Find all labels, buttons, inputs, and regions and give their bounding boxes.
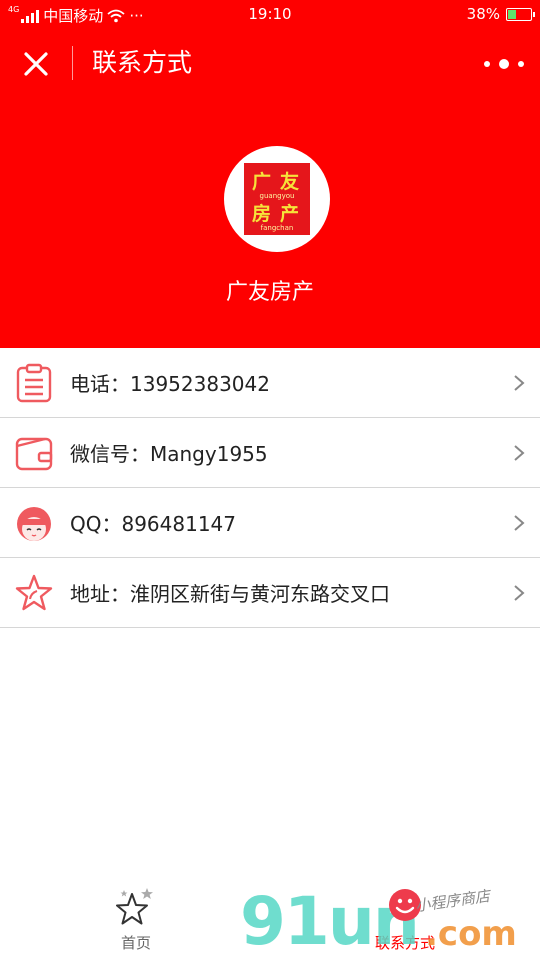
battery-fill — [508, 9, 516, 19]
logo-char: 产 — [280, 203, 300, 225]
battery-percent: 38% — [466, 5, 500, 23]
clipboard-icon — [16, 363, 52, 403]
address-text: 地址：淮阴区新街与黄河东路交叉口 — [70, 582, 390, 606]
tab-home-label: 首页 — [120, 934, 151, 952]
star-icon — [15, 574, 53, 611]
tab-contact-label: 联系方式 — [374, 934, 435, 952]
chevron-right-icon — [514, 445, 525, 461]
more-icon[interactable] — [484, 54, 524, 74]
contact-row-address[interactable]: 地址：淮阴区新街与黄河东路交叉口 — [0, 558, 540, 628]
status-bar: 4G 中国移动 ··· 19:10 38% — [0, 0, 540, 30]
logo-char: 广 — [252, 171, 272, 193]
company-name: 广友房产 — [225, 280, 314, 305]
contact-row-wechat[interactable]: 微信号：Mangy1955 — [0, 418, 540, 488]
page-title: 联系方式 — [92, 48, 193, 77]
logo-char: 房 — [252, 203, 272, 225]
profile-header: 广 友 guangyou 房 产 fangchan 广友房产 — [0, 96, 540, 348]
status-time: 19:10 — [248, 5, 292, 23]
contact-list: 电话：13952383042 微信号：Mangy1955 QQ：89648114… — [0, 348, 540, 628]
phone-text: 电话：13952383042 — [70, 372, 270, 396]
contact-row-qq[interactable]: QQ：896481147 — [0, 488, 540, 558]
wallet-icon — [15, 437, 53, 471]
chevron-right-icon — [514, 585, 525, 601]
tab-contact[interactable]: 联系方式 — [360, 882, 450, 960]
close-icon[interactable] — [18, 46, 54, 82]
chevron-right-icon — [514, 375, 525, 391]
tab-home[interactable]: 首页 — [100, 882, 172, 960]
avatar-icon — [17, 507, 51, 541]
logo-char: 友 — [280, 171, 300, 193]
tab-bar: 首页 联系方式 — [0, 882, 540, 960]
logo-pinyin-bottom: fangchan — [260, 224, 294, 232]
qq-text: QQ：896481147 — [70, 512, 237, 536]
contact-row-phone[interactable]: 电话：13952383042 — [0, 348, 540, 418]
wechat-text: 微信号：Mangy1955 — [70, 442, 268, 466]
company-logo: 广 友 guangyou 房 产 fangchan — [224, 146, 330, 252]
nav-divider — [72, 46, 73, 80]
star-tab-icon — [116, 888, 153, 925]
battery-icon — [506, 7, 535, 21]
chevron-right-icon — [514, 515, 525, 531]
nav-bar: 联系方式 — [0, 30, 540, 96]
logo-badge: 广 友 guangyou 房 产 fangchan — [244, 163, 310, 235]
